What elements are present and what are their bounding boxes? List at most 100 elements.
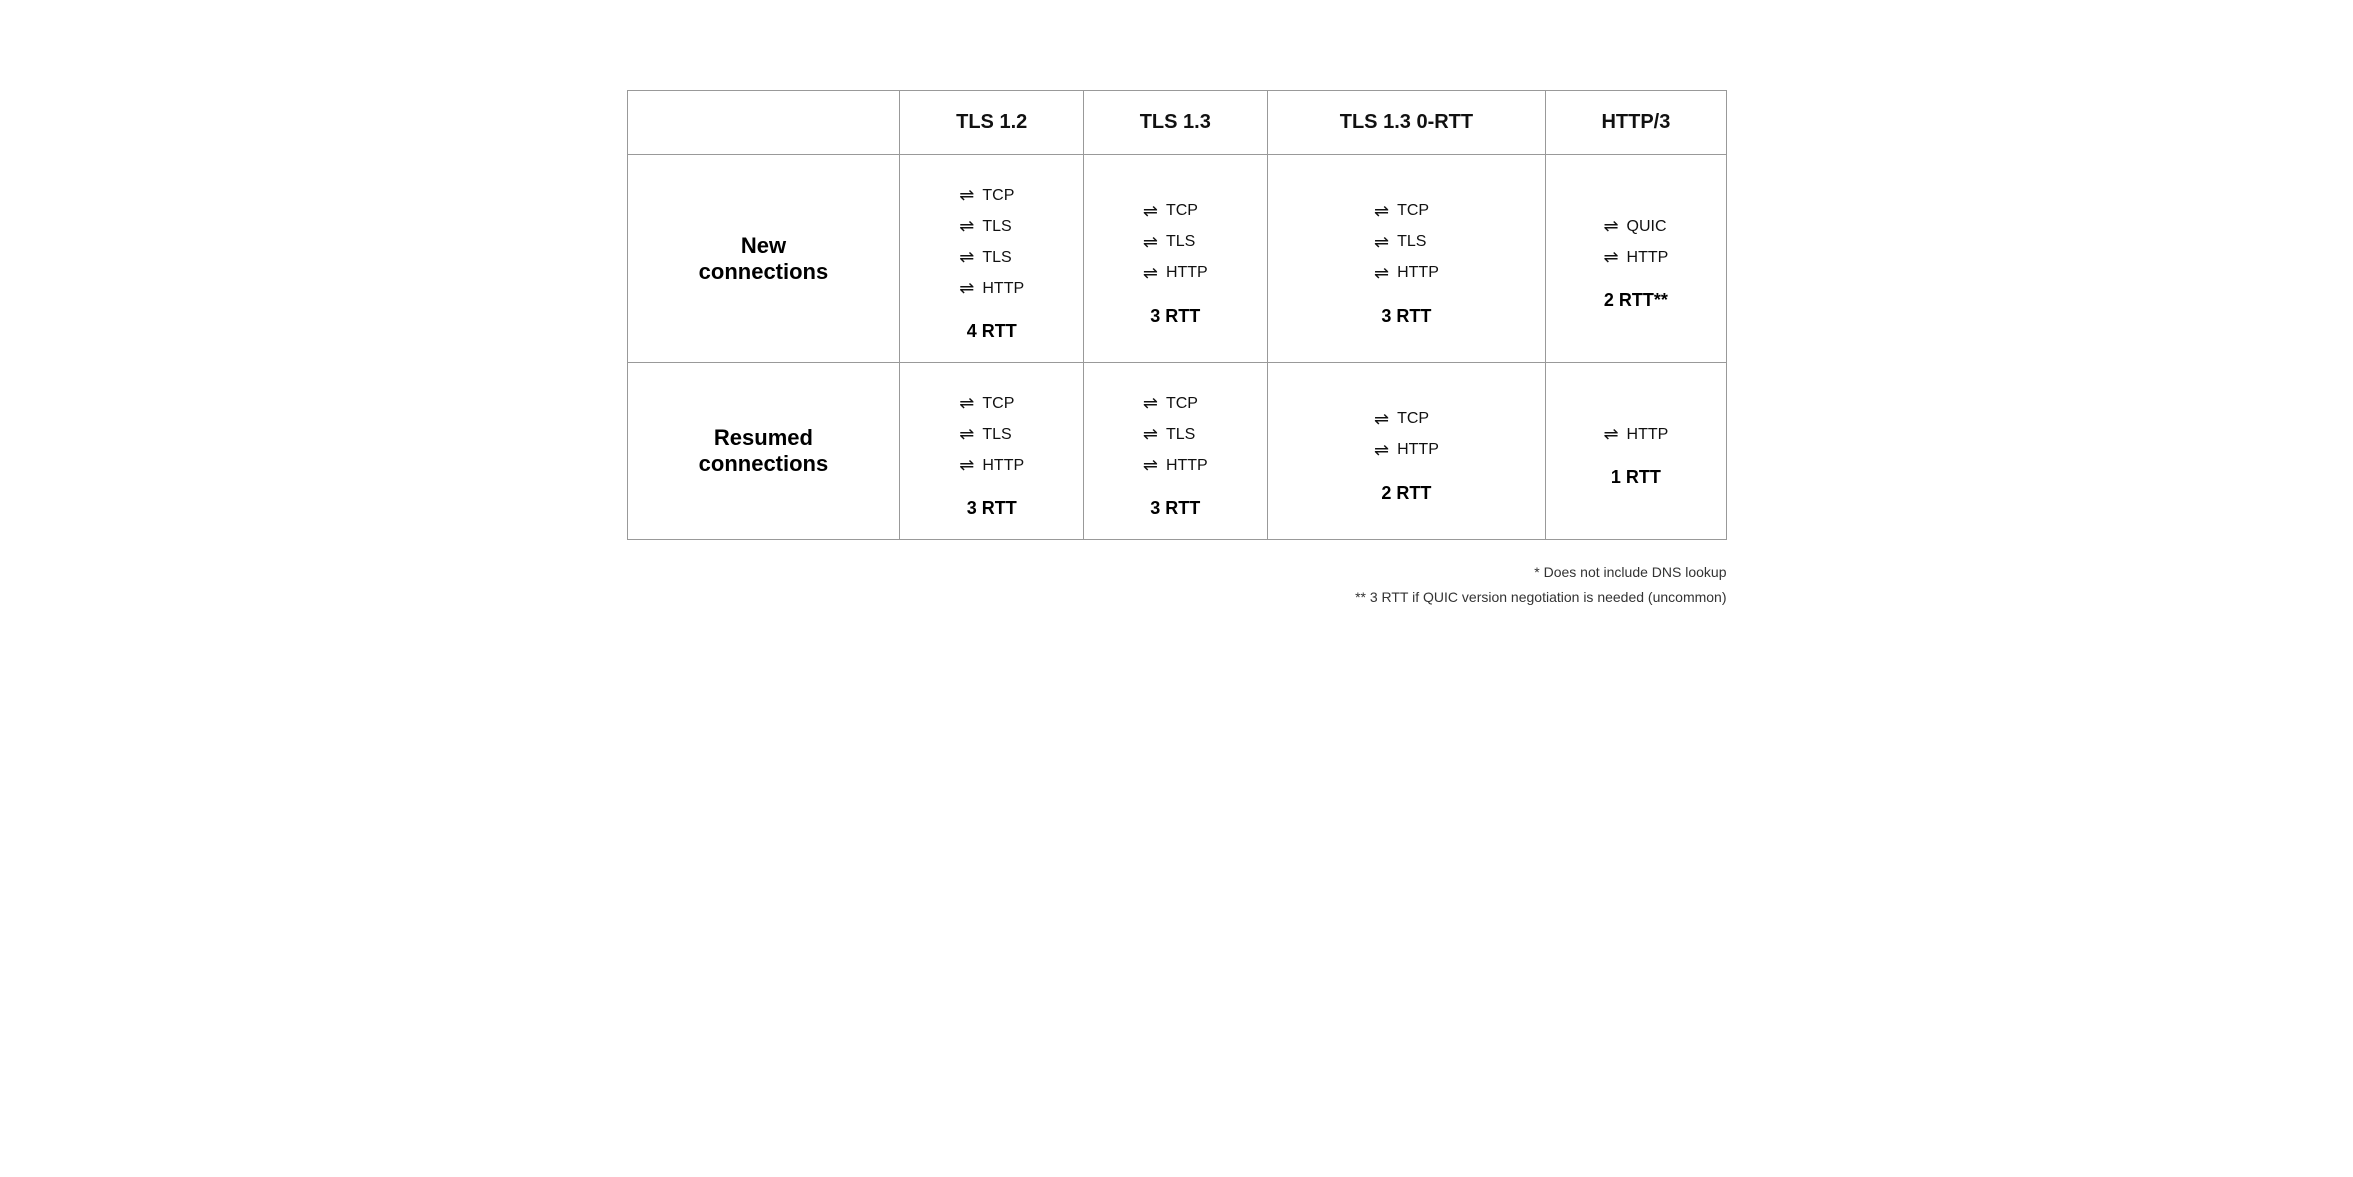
step-label-r1-c0-s0: TCP bbox=[982, 395, 1014, 413]
arrows-icon: ⇌ bbox=[959, 278, 974, 299]
arrows-icon: ⇌ bbox=[959, 247, 974, 268]
cell-r0-c0: ⇌ TCP ⇌ TLS ⇌ TLS ⇌ HTTP 4 RTT bbox=[900, 155, 1084, 363]
cell-r1-c0: ⇌ TCP ⇌ TLS ⇌ HTTP 3 RTT bbox=[900, 363, 1084, 540]
protocol-steps-r0-c2: ⇌ TCP ⇌ TLS ⇌ HTTP bbox=[1374, 191, 1439, 294]
protocol-step-r0-c3-s1: ⇌ HTTP bbox=[1603, 247, 1668, 268]
protocol-step-r1-c0-s0: ⇌ TCP bbox=[959, 393, 1014, 414]
arrows-icon: ⇌ bbox=[1143, 455, 1158, 476]
cell-r0-c1: ⇌ TCP ⇌ TLS ⇌ HTTP 3 RTT bbox=[1084, 155, 1268, 363]
cell-r1-c2: ⇌ TCP ⇌ HTTP 2 RTT bbox=[1267, 363, 1546, 540]
step-label-r0-c0-s3: HTTP bbox=[982, 280, 1024, 298]
header-tls-1-3-0-rtt: TLS 1.3 0-RTT bbox=[1267, 91, 1546, 155]
table-row-1: Resumed connections ⇌ TCP ⇌ TLS ⇌ HTTP 3 RTT ⇌ TC… bbox=[627, 363, 1726, 540]
protocol-steps-r0-c1: ⇌ TCP ⇌ TLS ⇌ HTTP bbox=[1143, 191, 1208, 294]
step-label-r1-c1-s2: HTTP bbox=[1166, 457, 1208, 475]
arrows-icon: ⇌ bbox=[1374, 263, 1389, 284]
protocol-steps-r1-c2: ⇌ TCP ⇌ HTTP bbox=[1374, 399, 1439, 471]
cell-content-r1-c1: ⇌ TCP ⇌ TLS ⇌ HTTP 3 RTT bbox=[1108, 383, 1243, 519]
protocol-step-r1-c0-s2: ⇌ HTTP bbox=[959, 455, 1024, 476]
table-row-0: New connections ⇌ TCP ⇌ TLS ⇌ TLS ⇌ HTTP 4 RTT ⇌ TC… bbox=[627, 155, 1726, 363]
step-label-r0-c2-s2: HTTP bbox=[1397, 264, 1439, 282]
protocol-steps-r0-c3: ⇌QUIC ⇌ HTTP bbox=[1603, 206, 1668, 278]
cell-content-r1-c0: ⇌ TCP ⇌ TLS ⇌ HTTP 3 RTT bbox=[924, 383, 1059, 519]
step-label-r1-c2-s0: TCP bbox=[1397, 410, 1429, 428]
step-label-r0-c1-s1: TLS bbox=[1166, 233, 1195, 251]
arrows-icon: ⇌ bbox=[1374, 440, 1389, 461]
header-tls-1-3: TLS 1.3 bbox=[1084, 91, 1268, 155]
step-label-r0-c1-s2: HTTP bbox=[1166, 264, 1208, 282]
step-label-r1-c1-s0: TCP bbox=[1166, 395, 1198, 413]
step-label-r0-c3-s0: QUIC bbox=[1627, 218, 1667, 236]
arrows-icon: ⇌ bbox=[1143, 232, 1158, 253]
row-header-new: New connections bbox=[627, 155, 900, 363]
protocol-step-r1-c3-s0: ⇌ HTTP bbox=[1603, 424, 1668, 445]
arrows-icon: ⇌ bbox=[1603, 424, 1618, 445]
protocol-step-r0-c3-s0: ⇌QUIC bbox=[1603, 216, 1666, 237]
rtt-label-r1-c1: 3 RTT bbox=[1150, 498, 1200, 519]
protocol-step-r1-c2-s0: ⇌ TCP bbox=[1374, 409, 1429, 430]
footnote-0: * Does not include DNS lookup bbox=[627, 560, 1727, 585]
arrows-icon: ⇌ bbox=[1374, 201, 1389, 222]
arrows-icon: ⇌ bbox=[1143, 201, 1158, 222]
protocol-step-r0-c2-s1: ⇌ TLS bbox=[1374, 232, 1426, 253]
row-header-resumed: Resumed connections bbox=[627, 363, 900, 540]
comparison-table: TLS 1.2TLS 1.3TLS 1.3 0-RTTHTTP/3 New co… bbox=[627, 90, 1727, 540]
rtt-label-r0-c1: 3 RTT bbox=[1150, 306, 1200, 327]
arrows-icon: ⇌ bbox=[1374, 409, 1389, 430]
step-label-r1-c1-s1: TLS bbox=[1166, 426, 1195, 444]
protocol-steps-r1-c0: ⇌ TCP ⇌ TLS ⇌ HTTP bbox=[959, 383, 1024, 486]
protocol-step-r0-c2-s2: ⇌ HTTP bbox=[1374, 263, 1439, 284]
protocol-steps-r0-c0: ⇌ TCP ⇌ TLS ⇌ TLS ⇌ HTTP bbox=[959, 175, 1024, 309]
step-label-r0-c0-s2: TLS bbox=[982, 249, 1011, 267]
protocol-steps-r1-c3: ⇌ HTTP bbox=[1603, 414, 1668, 455]
cell-r0-c2: ⇌TCP⇌TLS⇌HTTP3 RTT bbox=[1267, 155, 1546, 363]
arrows-icon: ⇌ bbox=[1374, 232, 1389, 253]
step-label-r1-c0-s2: HTTP bbox=[982, 457, 1024, 475]
step-label-r0-c0-s0: TCP bbox=[982, 187, 1014, 205]
protocol-step-r1-c1-s2: ⇌ HTTP bbox=[1143, 455, 1208, 476]
arrows-icon: ⇌ bbox=[1143, 263, 1158, 284]
rtt-label-r1-c2: 2 RTT bbox=[1381, 483, 1431, 504]
header-empty bbox=[627, 91, 900, 155]
cell-r0-c3: ⇌QUIC⇌HTTP2 RTT** bbox=[1546, 155, 1726, 363]
protocol-step-r1-c1-s1: ⇌ TLS bbox=[1143, 424, 1195, 445]
step-label-r0-c2-s0: TCP bbox=[1397, 202, 1429, 220]
cell-content-r0-c2: ⇌TCP⇌TLS⇌HTTP3 RTT bbox=[1292, 191, 1522, 327]
protocol-step-r1-c1-s0: ⇌ TCP bbox=[1143, 393, 1198, 414]
arrows-icon: ⇌ bbox=[959, 424, 974, 445]
step-label-r1-c3-s0: HTTP bbox=[1627, 426, 1669, 444]
cell-content-r1-c3: ⇌ HTTP 1 RTT bbox=[1570, 414, 1701, 488]
arrows-icon: ⇌ bbox=[959, 185, 974, 206]
rtt-label-r1-c0: 3 RTT bbox=[967, 498, 1017, 519]
step-label-r0-c0-s1: TLS bbox=[982, 218, 1011, 236]
cell-content-r0-c0: ⇌ TCP ⇌ TLS ⇌ TLS ⇌ HTTP 4 RTT bbox=[924, 175, 1059, 342]
step-label-r1-c2-s1: HTTP bbox=[1397, 441, 1439, 459]
protocol-step-r0-c1-s0: ⇌ TCP bbox=[1143, 201, 1198, 222]
step-label-r0-c3-s1: HTTP bbox=[1627, 249, 1669, 267]
arrows-icon: ⇌ bbox=[959, 216, 974, 237]
protocol-step-r0-c0-s0: ⇌ TCP bbox=[959, 185, 1014, 206]
cell-content-r1-c2: ⇌ TCP ⇌ HTTP 2 RTT bbox=[1292, 399, 1522, 504]
step-label-r0-c1-s0: TCP bbox=[1166, 202, 1198, 220]
arrows-icon: ⇌ bbox=[959, 393, 974, 414]
step-label-r0-c2-s1: TLS bbox=[1397, 233, 1426, 251]
arrows-icon: ⇌ bbox=[1143, 393, 1158, 414]
arrows-icon: ⇌ bbox=[1603, 247, 1618, 268]
footnote-1: ** 3 RTT if QUIC version negotiation is … bbox=[627, 585, 1727, 610]
protocol-step-r0-c0-s2: ⇌ TLS bbox=[959, 247, 1011, 268]
rtt-label-r0-c0: 4 RTT bbox=[967, 321, 1017, 342]
cell-r1-c1: ⇌ TCP ⇌ TLS ⇌ HTTP 3 RTT bbox=[1084, 363, 1268, 540]
header-row: TLS 1.2TLS 1.3TLS 1.3 0-RTTHTTP/3 bbox=[627, 91, 1726, 155]
protocol-step-r0-c0-s3: ⇌ HTTP bbox=[959, 278, 1024, 299]
rtt-label-r1-c3: 1 RTT bbox=[1611, 467, 1661, 488]
cell-r1-c3: ⇌ HTTP 1 RTT bbox=[1546, 363, 1726, 540]
protocol-step-r0-c2-s0: ⇌ TCP bbox=[1374, 201, 1429, 222]
protocol-steps-r1-c1: ⇌ TCP ⇌ TLS ⇌ HTTP bbox=[1143, 383, 1208, 486]
arrows-icon: ⇌ bbox=[959, 455, 974, 476]
page-container: TLS 1.2TLS 1.3TLS 1.3 0-RTTHTTP/3 New co… bbox=[627, 40, 1727, 610]
protocol-step-r0-c1-s1: ⇌ TLS bbox=[1143, 232, 1195, 253]
protocol-step-r0-c1-s2: ⇌ HTTP bbox=[1143, 263, 1208, 284]
arrows-icon: ⇌ bbox=[1143, 424, 1158, 445]
protocol-step-r1-c0-s1: ⇌ TLS bbox=[959, 424, 1011, 445]
step-label-r1-c0-s1: TLS bbox=[982, 426, 1011, 444]
